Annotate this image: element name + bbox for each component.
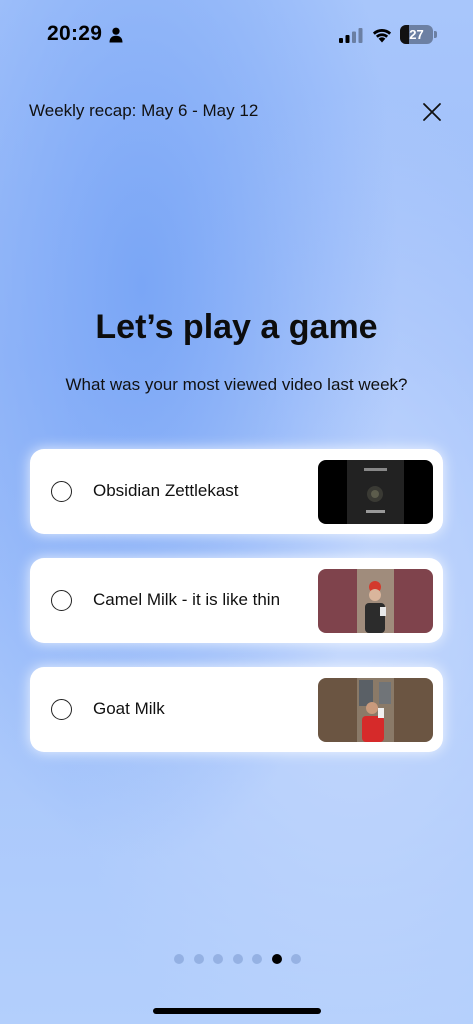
page-dot-1[interactable] [174,954,184,964]
person-icon [109,27,123,43]
radio-button[interactable] [51,699,72,720]
battery-icon: 27 [400,25,437,44]
page-dot-7[interactable] [291,954,301,964]
answer-option-label: Goat Milk [93,699,165,718]
radio-button[interactable] [51,481,72,502]
page-dot-2[interactable] [193,954,204,964]
video-thumbnail [318,460,433,524]
page-dot-6[interactable] [271,954,282,964]
status-time: 20:29 [47,22,103,45]
close-button[interactable] [417,97,447,127]
battery-percentage: 27 [409,27,424,42]
answer-option-label: Camel Milk - it is like thin [93,590,281,609]
answer-option-label: Obsidian Zettlekast [93,481,239,500]
page-dot-5[interactable] [252,954,262,964]
answer-option-2[interactable]: Camel Milk - it is like thin [30,558,443,643]
game-heading: Let’s play a game [95,308,378,346]
radio-button[interactable] [51,590,72,611]
video-thumbnail [318,569,433,633]
recap-title: Weekly recap: May 6 - May 12 [29,101,259,120]
cellular-signal-icon [339,28,363,43]
game-question: What was your most viewed video last wee… [65,375,408,394]
wifi-icon [372,28,392,43]
page-dot-4[interactable] [232,954,243,964]
home-indicator[interactable] [153,1008,321,1014]
status-bar: 20:29 27 [0,0,473,70]
page-dot-3[interactable] [213,954,223,964]
answer-option-3[interactable]: Goat Milk [30,667,443,752]
video-thumbnail [318,678,433,742]
answer-option-1[interactable]: Obsidian Zettlekast [30,449,443,534]
close-icon [423,103,441,121]
